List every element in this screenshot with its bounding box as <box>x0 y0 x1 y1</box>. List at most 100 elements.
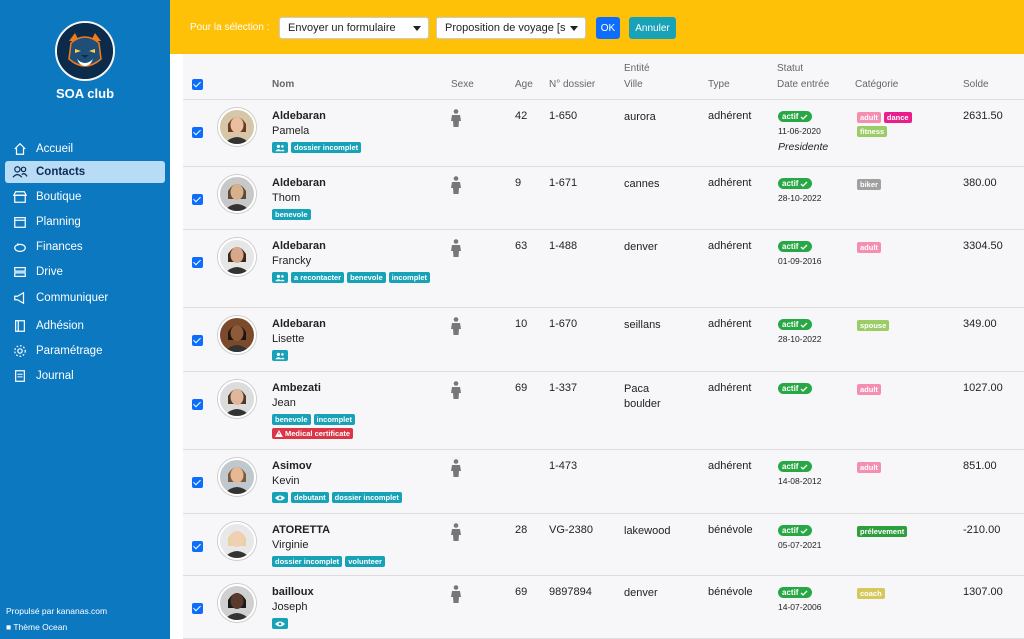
contact-tags: benevole incomplet Medical certificate <box>272 414 432 439</box>
avatar[interactable] <box>218 458 256 496</box>
category-tag[interactable]: adult <box>857 112 881 123</box>
category-tag[interactable]: adult <box>857 242 881 253</box>
header-entite[interactable]: Entité <box>624 63 650 74</box>
category-tag[interactable]: dance <box>883 112 912 123</box>
ok-button[interactable]: OK <box>596 17 620 39</box>
sidebar-item-contacts[interactable]: Contacts <box>5 161 165 183</box>
contact-tag[interactable]: debutant <box>291 492 329 503</box>
status-label: actif <box>782 179 799 188</box>
sidebar-item-label: Journal <box>36 370 74 382</box>
header-age[interactable]: Age <box>515 79 533 90</box>
table-row[interactable]: Ambezati Jean benevole incomplet Medical cer… <box>183 372 1024 450</box>
sidebar-item-paramétrage[interactable]: Paramétrage <box>5 340 165 362</box>
contact-status: actif 28-10-2022 <box>778 318 821 344</box>
contact-age: 69 <box>515 586 528 598</box>
table-row[interactable]: Aldebaran Thom benevole 9 1-671 cannes adhéren… <box>183 167 1024 230</box>
select-all-checkbox[interactable] <box>192 79 203 90</box>
contact-tag[interactable]: benevole <box>272 414 311 425</box>
sidebar: SOA club Accueil Contacts Boutique Planning… <box>0 0 170 639</box>
category-tag[interactable]: fitness <box>857 126 888 137</box>
contact-tag[interactable]: dossier incomplet <box>331 492 402 503</box>
table-row[interactable]: Aldebaran Pamela dossier incomplet 42 1-650 a… <box>183 100 1024 167</box>
table-row[interactable]: bailloux Joseph 69 9897894 denver bénévole act… <box>183 576 1024 639</box>
sidebar-item-communiquer[interactable]: Communiquer <box>5 287 165 309</box>
contact-last-name[interactable]: Aldebaran <box>272 110 326 122</box>
contact-tags: debutant dossier incomplet <box>272 492 432 503</box>
avatar[interactable] <box>218 108 256 146</box>
sidebar-item-drive[interactable]: Drive <box>5 261 165 283</box>
contact-tag[interactable]: incomplet <box>388 272 431 283</box>
header-sexe[interactable]: Sexe <box>451 79 474 90</box>
contact-tag[interactable]: benevole <box>347 272 386 283</box>
form-select-value: Proposition de voyage [s <box>445 22 566 34</box>
contact-last-name[interactable]: Aldebaran <box>272 177 326 189</box>
category-tag[interactable]: coach <box>857 588 885 599</box>
contact-age: 10 <box>515 318 528 330</box>
row-checkbox[interactable] <box>192 399 203 410</box>
header-date-entree[interactable]: Date entrée <box>777 79 829 90</box>
powered-by-link[interactable]: Propulsé par kananas.com <box>6 606 107 616</box>
row-checkbox[interactable] <box>192 541 203 552</box>
table-row[interactable]: Aldebaran Lisette 10 1-670 seillans adhérent a… <box>183 308 1024 372</box>
status-label: actif <box>782 588 799 597</box>
row-checkbox[interactable] <box>192 477 203 488</box>
sidebar-item-accueil[interactable]: Accueil <box>5 138 165 160</box>
cancel-button[interactable]: Annuler <box>629 17 676 39</box>
contact-last-name[interactable]: ATORETTA <box>272 524 330 536</box>
row-checkbox[interactable] <box>192 603 203 614</box>
table-row[interactable]: Asimov Kevin debutant dossier incomplet 1-47… <box>183 450 1024 514</box>
contact-tag[interactable]: benevole <box>272 209 311 220</box>
sidebar-item-planning[interactable]: Planning <box>5 211 165 233</box>
person-icon <box>450 459 462 480</box>
contact-tag[interactable]: Medical certificate <box>272 428 354 439</box>
contact-last-name[interactable]: Ambezati <box>272 382 321 394</box>
category-tag[interactable]: spouse <box>857 320 890 331</box>
contact-tag[interactable]: dossier incomplet <box>291 142 362 153</box>
contact-tag[interactable]: incomplet <box>313 414 355 425</box>
header-solde[interactable]: Solde <box>963 79 989 90</box>
action-select[interactable]: Envoyer un formulaire <box>279 17 429 39</box>
contact-dossier: 1-670 <box>549 318 578 330</box>
avatar[interactable] <box>218 380 256 418</box>
header-ville[interactable]: Ville <box>624 79 643 90</box>
sidebar-item-adhésion[interactable]: Adhésion <box>5 315 165 337</box>
contact-last-name[interactable]: Aldebaran <box>272 318 326 330</box>
header-categorie[interactable]: Catégorie <box>855 79 898 90</box>
contact-tag[interactable]: dossier incomplet <box>272 556 343 567</box>
contact-last-name[interactable]: Aldebaran <box>272 240 326 252</box>
form-select[interactable]: Proposition de voyage [s <box>436 17 586 39</box>
avatar[interactable] <box>218 316 256 354</box>
avatar[interactable] <box>218 238 256 276</box>
avatar[interactable] <box>218 175 256 213</box>
header-type[interactable]: Type <box>708 79 730 90</box>
theme-indicator[interactable]: ■ Thème Ocean <box>6 622 67 632</box>
contact-last-name[interactable]: Asimov <box>272 460 312 472</box>
sidebar-item-boutique[interactable]: Boutique <box>5 186 165 208</box>
contact-last-name[interactable]: bailloux <box>272 586 314 598</box>
header-dossier[interactable]: N° dossier <box>549 79 595 90</box>
club-logo[interactable] <box>55 21 115 81</box>
row-checkbox[interactable] <box>192 257 203 268</box>
contact-tag-label: debutant <box>294 493 326 502</box>
category-tag[interactable]: prélevement <box>857 526 908 537</box>
contact-first-name: Lisette <box>272 333 305 345</box>
row-checkbox[interactable] <box>192 335 203 346</box>
row-checkbox[interactable] <box>192 194 203 205</box>
header-statut[interactable]: Statut <box>777 63 803 74</box>
category-tag[interactable]: adult <box>857 462 881 473</box>
contact-tag[interactable]: a recontacter <box>291 272 345 283</box>
row-checkbox[interactable] <box>192 127 203 138</box>
contact-tag-label: dossier incomplet <box>275 557 340 566</box>
sidebar-item-journal[interactable]: Journal <box>5 365 165 387</box>
table-row[interactable]: ATORETTA Virginie dossier incomplet volunte… <box>183 514 1024 576</box>
person-icon <box>450 523 462 544</box>
category-tag[interactable]: biker <box>857 179 881 190</box>
avatar[interactable] <box>218 584 256 622</box>
status-label: actif <box>782 384 799 393</box>
header-nom[interactable]: Nom <box>272 79 294 90</box>
contact-tag[interactable]: volunteer <box>345 556 385 567</box>
avatar[interactable] <box>218 522 256 560</box>
category-tag[interactable]: adult <box>857 384 881 395</box>
sidebar-item-finances[interactable]: Finances <box>5 236 165 258</box>
table-row[interactable]: Aldebaran Francky a recontacter benevole inc… <box>183 230 1024 308</box>
